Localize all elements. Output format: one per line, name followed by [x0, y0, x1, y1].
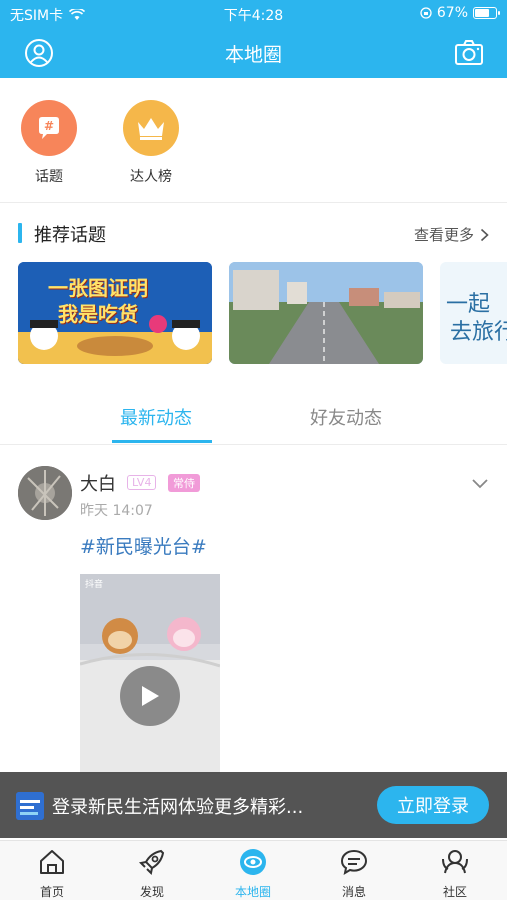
recommended-title: 推荐话题: [34, 225, 106, 246]
recommended-header: 推荐话题 查看更多: [0, 212, 507, 252]
tab-home[interactable]: 首页: [12, 847, 92, 900]
tab-latest[interactable]: 最新动态: [120, 404, 192, 430]
topic-banner-city[interactable]: [229, 262, 423, 364]
shortcut-topics[interactable]: # 话题: [4, 100, 94, 186]
avatar[interactable]: [18, 466, 72, 520]
see-more-label: 查看更多: [413, 226, 474, 244]
shortcut-ranking[interactable]: 达人榜: [106, 100, 196, 186]
see-more-link[interactable]: 查看更多: [414, 224, 489, 245]
local-circle-icon: [240, 849, 266, 875]
travel-banner-line2: 去旅行: [450, 320, 507, 345]
message-icon: [340, 849, 368, 876]
camera-icon[interactable]: [453, 38, 485, 68]
section-accent-bar: [18, 223, 22, 243]
svg-text:#: #: [44, 119, 54, 133]
topic-banner-travel[interactable]: 一起 去旅行: [440, 262, 507, 364]
play-icon[interactable]: [120, 666, 180, 726]
page-title: 本地圈: [224, 44, 282, 66]
level-badge: LV4: [127, 475, 157, 490]
login-prompt-banner: 登录新民生活网体验更多精彩... 立即登录: [0, 772, 507, 838]
shortcut-row: # 话题 达人榜: [0, 78, 507, 202]
rocket-icon: [138, 849, 165, 876]
tab-community[interactable]: 社区: [415, 847, 495, 900]
active-tab-indicator: [112, 440, 212, 443]
post-video-thumbnail[interactable]: 抖音: [80, 574, 220, 774]
community-icon: [442, 850, 468, 874]
tab-discover-label: 发现: [139, 885, 164, 899]
city-road-photo: [229, 262, 423, 364]
tab-community-label: 社区: [442, 885, 467, 899]
post-timestamp: 昨天 14:07: [80, 503, 153, 519]
tab-local-circle[interactable]: 本地圈: [213, 847, 293, 900]
battery-icon: [473, 7, 500, 19]
app-logo-icon: [16, 792, 44, 820]
topic-banner-foodie[interactable]: 一张图证明 我是吃货: [18, 262, 212, 364]
rotation-lock-icon: [420, 7, 432, 19]
status-bar: 无SIM卡 下午4:28 67%: [0, 0, 507, 28]
feed-tabs: 最新动态 好友动态: [0, 390, 507, 444]
crown-icon: [123, 100, 179, 156]
tab-messages-label: 消息: [341, 885, 366, 899]
video-watermark: 抖音: [85, 580, 104, 590]
tab-discover[interactable]: 发现: [112, 847, 192, 900]
topic-banner-carousel[interactable]: 一张图证明 我是吃货 一起 去旅行: [0, 262, 507, 366]
login-button[interactable]: 立即登录: [377, 786, 489, 824]
login-prompt-text: 登录新民生活网体验更多精彩...: [52, 797, 304, 818]
tab-messages[interactable]: 消息: [314, 847, 394, 900]
title-badge: 常侍: [168, 474, 200, 492]
tab-home-label: 首页: [39, 885, 64, 899]
post-username[interactable]: 大白: [80, 470, 116, 496]
battery-percent: 67%: [436, 5, 468, 21]
divider: [0, 202, 507, 203]
feed-post: 大白 LV4 常侍 昨天 14:07 #新民曝光台# 抖音: [0, 446, 507, 776]
nav-bar: 本地圈: [0, 28, 507, 78]
tab-friends[interactable]: 好友动态: [310, 404, 382, 430]
home-icon: [40, 850, 64, 874]
shortcut-ranking-label: 达人榜: [130, 169, 172, 185]
tab-local-circle-label: 本地圈: [234, 885, 271, 899]
foodie-banner-line1: 一张图证明: [48, 276, 148, 300]
divider: [0, 444, 507, 445]
bottom-tab-bar: 首页 发现 本地圈 消息 社区: [0, 840, 507, 900]
chevron-right-icon: [480, 228, 489, 241]
hash-icon: #: [21, 100, 77, 156]
shortcut-topics-label: 话题: [35, 169, 63, 185]
post-hashtag[interactable]: #新民曝光台#: [80, 532, 207, 559]
foodie-banner-line2: 我是吃货: [58, 302, 138, 326]
chevron-down-icon[interactable]: [471, 478, 489, 490]
